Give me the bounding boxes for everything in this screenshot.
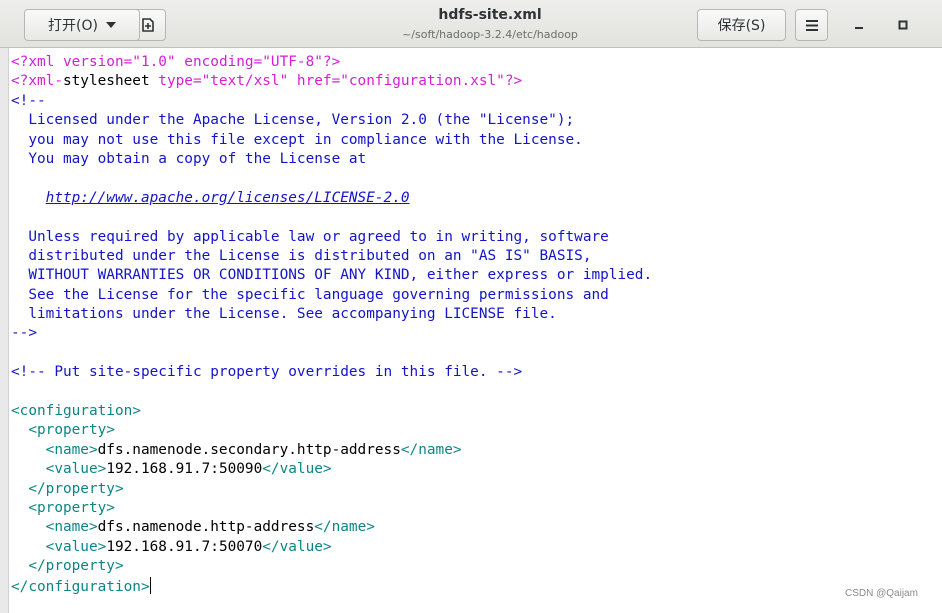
value-close-tag: </value> — [262, 461, 332, 478]
code-line: <?xml-stylesheet type="text/xsl" href="c… — [11, 72, 942, 91]
menu-button[interactable] — [795, 9, 828, 41]
name-close-tag: </name> — [314, 519, 375, 536]
window-title: hdfs-site.xml — [438, 7, 542, 23]
license-line: Unless required by applicable law or agr… — [11, 228, 609, 245]
minimize-icon — [855, 27, 863, 29]
property-close-tag: </property> — [28, 558, 124, 575]
license-line: limitations under the License. See accom… — [11, 306, 557, 323]
attr-value: "configuration.xsl" — [340, 73, 505, 90]
license-line: WITHOUT WARRANTIES OR CONDITIONS OF ANY … — [11, 267, 653, 284]
value-line: <value>192.168.91.7:50090</value> — [11, 460, 942, 479]
value-close-tag: </value> — [262, 538, 332, 555]
name-open-tag: <name> — [45, 441, 98, 458]
property-close-line: </property> — [11, 480, 942, 499]
hamburger-icon — [805, 19, 818, 31]
maximize-icon — [898, 20, 908, 30]
save-button-label: 保存(S) — [717, 18, 766, 34]
configuration-close-tag: </configuration> — [11, 578, 150, 595]
property-value: 192.168.91.7:50070 — [106, 538, 263, 555]
license-line: you may not use this file except in comp… — [11, 131, 583, 148]
name-line: <name>dfs.namenode.http-address</name> — [11, 518, 942, 537]
property-name: dfs.namenode.secondary.http-address — [97, 441, 401, 458]
attr-value: "1.0" — [132, 54, 176, 70]
file-path: ~/soft/hadoop-3.2.4/etc/hadoop — [402, 28, 578, 41]
site-comment: <!-- Put site-specific property override… — [11, 364, 523, 381]
header-bar: 打开(O) hdfs-site.xml ~/soft/hadoop-3.2.4/… — [0, 0, 942, 48]
property-open-line: <property> — [11, 421, 942, 440]
watermark: CSDN @Qaijam — [845, 588, 918, 599]
name-close-tag: </name> — [400, 441, 462, 458]
property-close-line: </property> — [11, 557, 942, 576]
xml-attr: type= — [149, 73, 202, 90]
property-open-tag: <property> — [28, 499, 115, 516]
configuration-close-line: </configuration> — [11, 576, 942, 596]
chevron-down-icon — [105, 22, 116, 28]
comment-open: <!-- — [11, 92, 46, 109]
xml-attr: href= — [288, 73, 341, 90]
xml-attr: encoding= — [175, 54, 263, 70]
code-line: <?xml version="1.0" encoding="UTF-8"?> — [11, 53, 942, 72]
open-button[interactable]: 打开(O) — [24, 9, 140, 41]
value-open-tag: <value> — [45, 461, 107, 478]
property-value: 192.168.91.7:50090 — [106, 461, 263, 478]
name-open-tag: <name> — [45, 519, 98, 536]
maximize-button[interactable] — [891, 14, 915, 36]
save-button[interactable]: 保存(S) — [697, 9, 786, 41]
document-pin-icon — [142, 18, 154, 32]
minimize-button[interactable] — [847, 14, 871, 36]
license-line: distributed under the License is distrib… — [11, 247, 592, 264]
property-name: dfs.namenode.http-address — [97, 519, 315, 536]
license-url-line: http://www.apache.org/licenses/LICENSE-2… — [11, 189, 942, 208]
property-open-line: <property> — [11, 499, 942, 518]
license-line: Licensed under the Apache License, Versi… — [11, 112, 575, 129]
attr-value: "UTF-8" — [262, 54, 323, 70]
xml-declaration: <?xml version= — [11, 54, 133, 70]
license-line: See the License for the specific languag… — [11, 286, 609, 303]
value-line: <value>192.168.91.7:50070</value> — [11, 538, 942, 557]
title-area: hdfs-site.xml ~/soft/hadoop-3.2.4/etc/ha… — [340, 6, 640, 43]
property-close-tag: </property> — [28, 480, 124, 497]
value-open-tag: <value> — [45, 538, 107, 555]
license-link[interactable]: http://www.apache.org/licenses/LICENSE-2… — [46, 190, 410, 206]
text-cursor — [149, 576, 151, 594]
property-open-tag: <property> — [28, 422, 115, 439]
xml-declaration-end: ?> — [322, 54, 341, 70]
pi-keyword: stylesheet — [62, 73, 150, 90]
pi-end: ?> — [504, 73, 523, 90]
comment-close: --> — [11, 325, 37, 342]
editor-gutter — [0, 48, 9, 613]
text-editor[interactable]: <?xml version="1.0" encoding="UTF-8"?> <… — [11, 53, 942, 596]
xml-stylesheet-pi: <?xml- — [11, 73, 63, 90]
license-line: You may obtain a copy of the License at — [11, 150, 367, 167]
configuration-open-tag: <configuration> — [11, 403, 141, 420]
name-line: <name>dfs.namenode.secondary.http-addres… — [11, 441, 942, 460]
attr-value: "text/xsl" — [201, 73, 289, 90]
open-button-label: 打开(O) — [48, 18, 98, 34]
